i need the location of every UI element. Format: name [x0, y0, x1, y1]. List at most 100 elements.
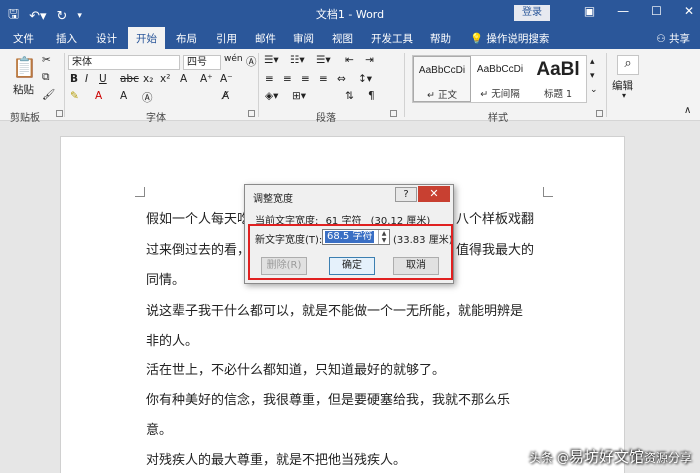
group-divider [64, 53, 65, 117]
tab-insert[interactable]: 插入 [56, 31, 77, 46]
sort-icon[interactable]: ⇅ [345, 90, 354, 102]
justify-icon[interactable]: ≡ [319, 73, 328, 85]
watermark-suffix: 资源分享 [643, 451, 692, 465]
bullets-icon[interactable]: ☰▾ [264, 54, 279, 66]
tab-help[interactable]: 帮助 [430, 31, 451, 46]
numbering-icon[interactable]: ☷▾ [290, 54, 305, 66]
ribbon-display-icon[interactable]: ▣ [584, 4, 595, 18]
close-button[interactable]: ✕ [684, 4, 694, 18]
style-no-spacing[interactable]: AaBbCcDi ↵ 无间隔 [471, 56, 529, 102]
text-line: 同情。 [146, 273, 186, 288]
subscript-icon[interactable]: x₂ [143, 73, 153, 85]
paragraph-launcher-icon[interactable] [390, 110, 397, 117]
style-sample: AaBl [536, 59, 580, 80]
decrease-indent-icon[interactable]: ⇤ [345, 54, 354, 66]
login-button[interactable]: 登录 [514, 5, 550, 21]
clear-format-icon[interactable]: A̸ [222, 90, 229, 102]
document-area [0, 122, 700, 473]
paste-icon[interactable]: 📋 [12, 55, 37, 79]
paste-button[interactable]: 粘贴 [13, 82, 34, 97]
text-line: 对残疾人的最大尊重，就是不把他当残疾人。 [146, 453, 407, 468]
phonetic-guide-icon[interactable]: wén [224, 54, 243, 64]
maximize-button[interactable]: ☐ [651, 4, 662, 18]
font-color-icon[interactable]: A [95, 90, 102, 102]
align-left-icon[interactable]: ≡ [265, 73, 274, 85]
watermark: 头条 @易坊好文馆资源分享 [529, 446, 692, 467]
increase-indent-icon[interactable]: ⇥ [365, 54, 374, 66]
cut-icon[interactable]: ✂ [42, 54, 51, 66]
style-name: ↵ 正文 [427, 90, 457, 101]
multilevel-list-icon[interactable]: ☰▾ [316, 54, 331, 66]
strikethrough-icon[interactable]: abc [120, 73, 139, 85]
margin-corner-mark [543, 187, 553, 197]
tab-home[interactable]: 开始 [128, 27, 165, 49]
text-line-fragment: 八个样板戏翻 [456, 212, 535, 227]
font-launcher-icon[interactable] [248, 110, 255, 117]
text-line: 意。 [146, 423, 173, 438]
show-marks-icon[interactable]: ¶ [368, 90, 375, 102]
text-line: 活在世上，不必什么都知道，只知道最好的就够了。 [146, 363, 446, 378]
text-line: 假如一个人每天吃 [146, 212, 251, 227]
style-name: ↵ 无间隔 [480, 89, 520, 100]
user-icon: ⚇ [656, 33, 669, 45]
group-divider [404, 53, 405, 117]
shading-icon[interactable]: ◈▾ [265, 90, 278, 102]
chevron-down-icon[interactable]: ▾ [622, 91, 626, 100]
text-line: 你有种美好的信念，我很尊重，但是要硬塞给我，我就不那么乐 [146, 393, 511, 408]
borders-icon[interactable]: ⊞▾ [292, 90, 306, 102]
tab-developer[interactable]: 开发工具 [371, 31, 413, 46]
text-line-fragment: 值得我最大的 [456, 243, 535, 258]
text-line: 说这辈子我干什么都可以，就是不能做一个一无所能，就能明辨是 [146, 304, 524, 319]
tab-design[interactable]: 设计 [96, 31, 117, 46]
ribbon-home: 📋 粘贴 ✂ ⧉ 🖌 剪贴板 宋体 四号 wén Ⓐ B I U abc x₂ … [0, 49, 700, 124]
underline-icon[interactable]: U [99, 73, 107, 85]
font-size-select[interactable]: 四号 [183, 55, 221, 70]
copy-icon[interactable]: ⧉ [42, 71, 50, 84]
lightbulb-icon: 💡 [470, 33, 487, 45]
char-shading-icon[interactable]: A [120, 90, 127, 102]
bold-icon[interactable]: B [70, 73, 78, 85]
enclose-char-icon[interactable]: Ⓐ [246, 54, 257, 69]
share-label: 共享 [669, 33, 690, 45]
styles-launcher-icon[interactable] [596, 110, 603, 117]
style-name: 标题 1 [543, 89, 573, 100]
style-heading-1[interactable]: AaBl 标题 1 [529, 56, 587, 102]
dialog-close-button[interactable]: ✕ [418, 186, 450, 202]
style-sample: AaBbCcDi [476, 64, 524, 75]
window-controls: ▣ — ☐ ✕ [584, 4, 694, 18]
minimize-button[interactable]: — [617, 4, 629, 18]
tab-view[interactable]: 视图 [332, 31, 353, 46]
align-center-icon[interactable]: ≡ [283, 73, 292, 85]
text-effects-icon[interactable]: A [180, 73, 187, 85]
dialog-title: 调整宽度 [253, 194, 293, 205]
font-name-select[interactable]: 宋体 [68, 55, 180, 70]
share-button[interactable]: ⚇ 共享 [656, 31, 690, 46]
superscript-icon[interactable]: x² [160, 73, 170, 85]
tell-me-label: 操作说明搜索 [486, 33, 550, 45]
help-button[interactable]: ? [395, 187, 417, 202]
group-divider [258, 53, 259, 117]
clipboard-launcher-icon[interactable] [56, 110, 63, 117]
style-sample: AaBbCcDi [418, 65, 466, 76]
font-shrink-icon[interactable]: A⁻ [220, 73, 233, 85]
format-painter-icon[interactable]: 🖌 [42, 88, 55, 101]
line-spacing-icon[interactable]: ↕▾ [358, 73, 372, 85]
tab-mailings[interactable]: 邮件 [255, 31, 276, 46]
styles-gallery: AaBbCcDi ↵ 正文 AaBbCcDi ↵ 无间隔 AaBl 标题 1 [412, 55, 587, 103]
tab-file[interactable]: 文件 [13, 31, 34, 46]
tab-layout[interactable]: 布局 [176, 31, 197, 46]
search-icon[interactable]: ⌕ [617, 55, 639, 75]
collapse-ribbon-icon[interactable]: ∧ [684, 105, 691, 116]
font-grow-icon[interactable]: A⁺ [200, 73, 213, 85]
align-right-icon[interactable]: ≡ [301, 73, 310, 85]
style-normal[interactable]: AaBbCcDi ↵ 正文 [413, 56, 471, 102]
tell-me-search[interactable]: 💡 操作说明搜索 [470, 31, 549, 46]
group-divider [606, 53, 607, 117]
tab-references[interactable]: 引用 [216, 31, 237, 46]
highlight-icon[interactable]: ✎ [70, 90, 79, 102]
char-border-icon[interactable]: Ⓐ [142, 90, 153, 105]
styles-scroll-icon[interactable]: ▴ ▾ ⌄ [590, 55, 598, 97]
italic-icon[interactable]: I [85, 73, 88, 85]
distributed-icon[interactable]: ⇔ [337, 73, 346, 85]
tab-review[interactable]: 审阅 [293, 31, 314, 46]
